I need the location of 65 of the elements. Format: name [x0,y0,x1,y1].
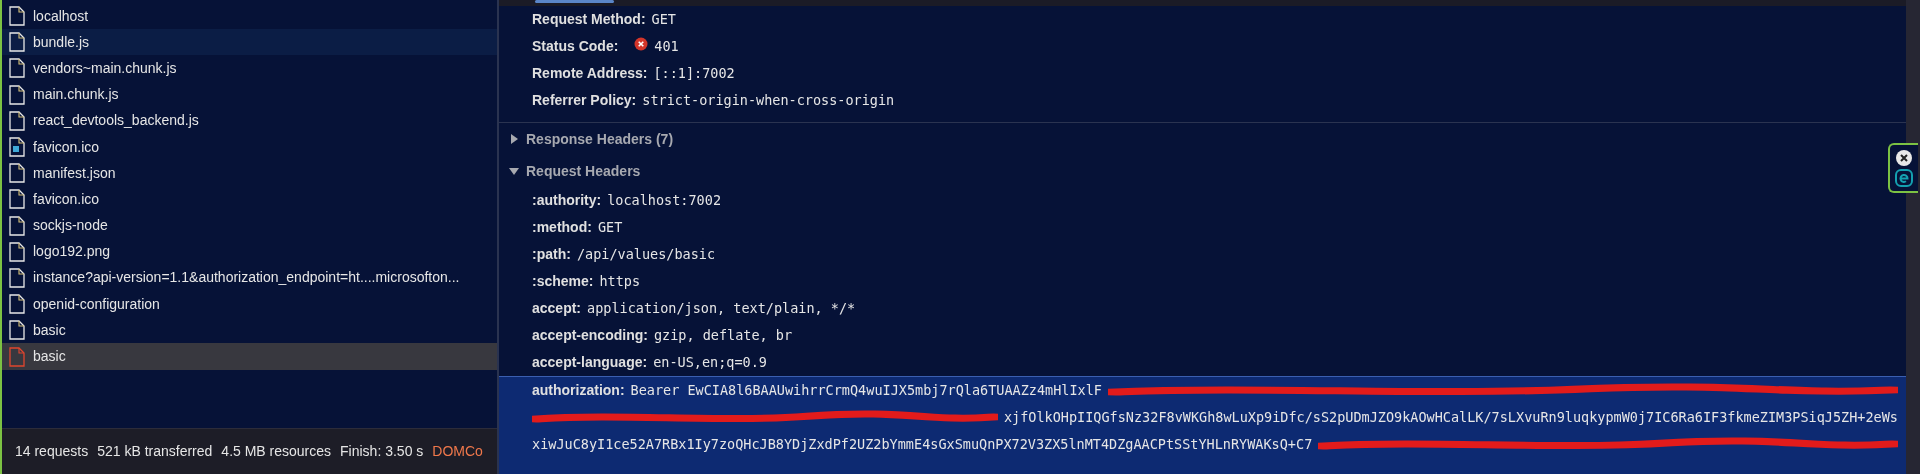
header-name: accept-language: [532,353,648,372]
request-name: basic [33,347,66,367]
section-header[interactable]: Request Headers [499,155,641,187]
request-name: localhost [33,6,89,26]
section-header[interactable]: Response Headers (7) [499,123,674,155]
header-value: localhost:7002 [607,191,721,211]
request-row[interactable]: favicon.ico [2,133,497,161]
header-name: :path: [532,245,571,264]
header-name: :method: [532,218,592,237]
header-value: Bearer EwCIA8l6BAAUwihrrCrmQ4wuIJX5mbj7rQla6TUAAZz4mHlIxlF [630,381,1102,401]
header-name: accept: [532,299,582,318]
scrollbar-thumb[interactable] [535,0,614,3]
request-row[interactable]: react_devtools_backend.js [2,107,497,134]
header-value: xjfOlkOHpIIQGfsNz32F8vWKGh8wLuXp9iDfc/sS2pUDmJZO9kAOwHCalLK/7sLXvuRn9luqkypmW0j7IC6Ra6IF3fkmeZIM3PSiqJ5ZH+2eWs [1003,408,1898,428]
request-row[interactable]: main.chunk.js [2,81,497,108]
status-text: 4.5 MB resources [221,442,332,461]
request-row[interactable]: bundle.js [2,29,497,56]
field-label: Remote Address: [532,64,648,83]
header-value: /api/values/basic [576,245,716,265]
request-row[interactable]: openid-configuration [2,291,497,318]
request-name: favicon.ico [33,137,100,157]
field-value: 401 [654,37,679,57]
header-value: GET [597,218,623,238]
request-name: main.chunk.js [33,85,119,105]
request-name: instance?api-version=1.1&authorization_endpoint=ht....microsofton... [33,268,460,288]
header-value: gzip, deflate, br [653,326,793,346]
request-row[interactable]: manifest.json [2,160,497,187]
request-row[interactable]: vendors~main.chunk.js [2,55,497,82]
request-name: manifest.json [33,163,116,183]
header-value: en-US,en;q=0.9 [653,353,767,373]
request-name: basic [33,320,66,340]
request-row[interactable]: instance?api-version=1.1&authorization_endpoint=ht....microsofton... [2,264,497,292]
request-row[interactable]: basic [2,317,497,344]
header-name: authorization: [532,381,625,400]
header-name: :scheme: [532,272,594,291]
scrollbar[interactable] [1906,0,1920,474]
request-name: logo192.png [33,242,111,262]
status-text: Finish: 3.50 s [340,442,424,461]
request-name: react_devtools_backend.js [33,111,199,131]
e-letter-icon[interactable] [1895,168,1913,187]
request-row[interactable]: basic [2,343,497,370]
header-value: xiwJuC8yI1ce52A7RBx1Iy7zoQHcJB8YDjZxdPf2UZ2bYmmE4sGxSmuQnPX72V3ZX5lnMT4DZgAACPtSStYHLnRYWAKsQ+C7 [532,435,1313,455]
request-name: sockjs-node [33,216,108,236]
field-label: Referrer Policy: [532,91,637,110]
request-name: vendors~main.chunk.js [33,58,177,78]
header-value: application/json, text/plain, */* [587,299,856,319]
field-value: GET [651,10,676,30]
close-icon[interactable] [1896,149,1912,166]
status-text: 14 requests [15,442,89,461]
status-text: 521 kB transferred [97,442,213,461]
field-value: strict-origin-when-cross-origin [642,91,895,111]
request-name: bundle.js [33,32,90,52]
header-name: accept-encoding: [532,326,648,345]
request-row[interactable]: logo192.png [2,238,497,265]
request-name: openid-configuration [33,294,160,314]
request-row[interactable]: favicon.ico [2,186,497,213]
field-label: Request Method: [532,10,646,29]
request-row[interactable]: localhost [2,3,497,30]
header-value: https [599,272,641,292]
timing-text: DOMCo [432,442,483,461]
field-label: Status Code: [532,37,619,56]
request-name: favicon.ico [33,189,100,209]
request-row[interactable]: sockjs-node [2,212,497,239]
header-name: :authority: [532,191,602,210]
field-value: [::1]:7002 [653,64,735,84]
